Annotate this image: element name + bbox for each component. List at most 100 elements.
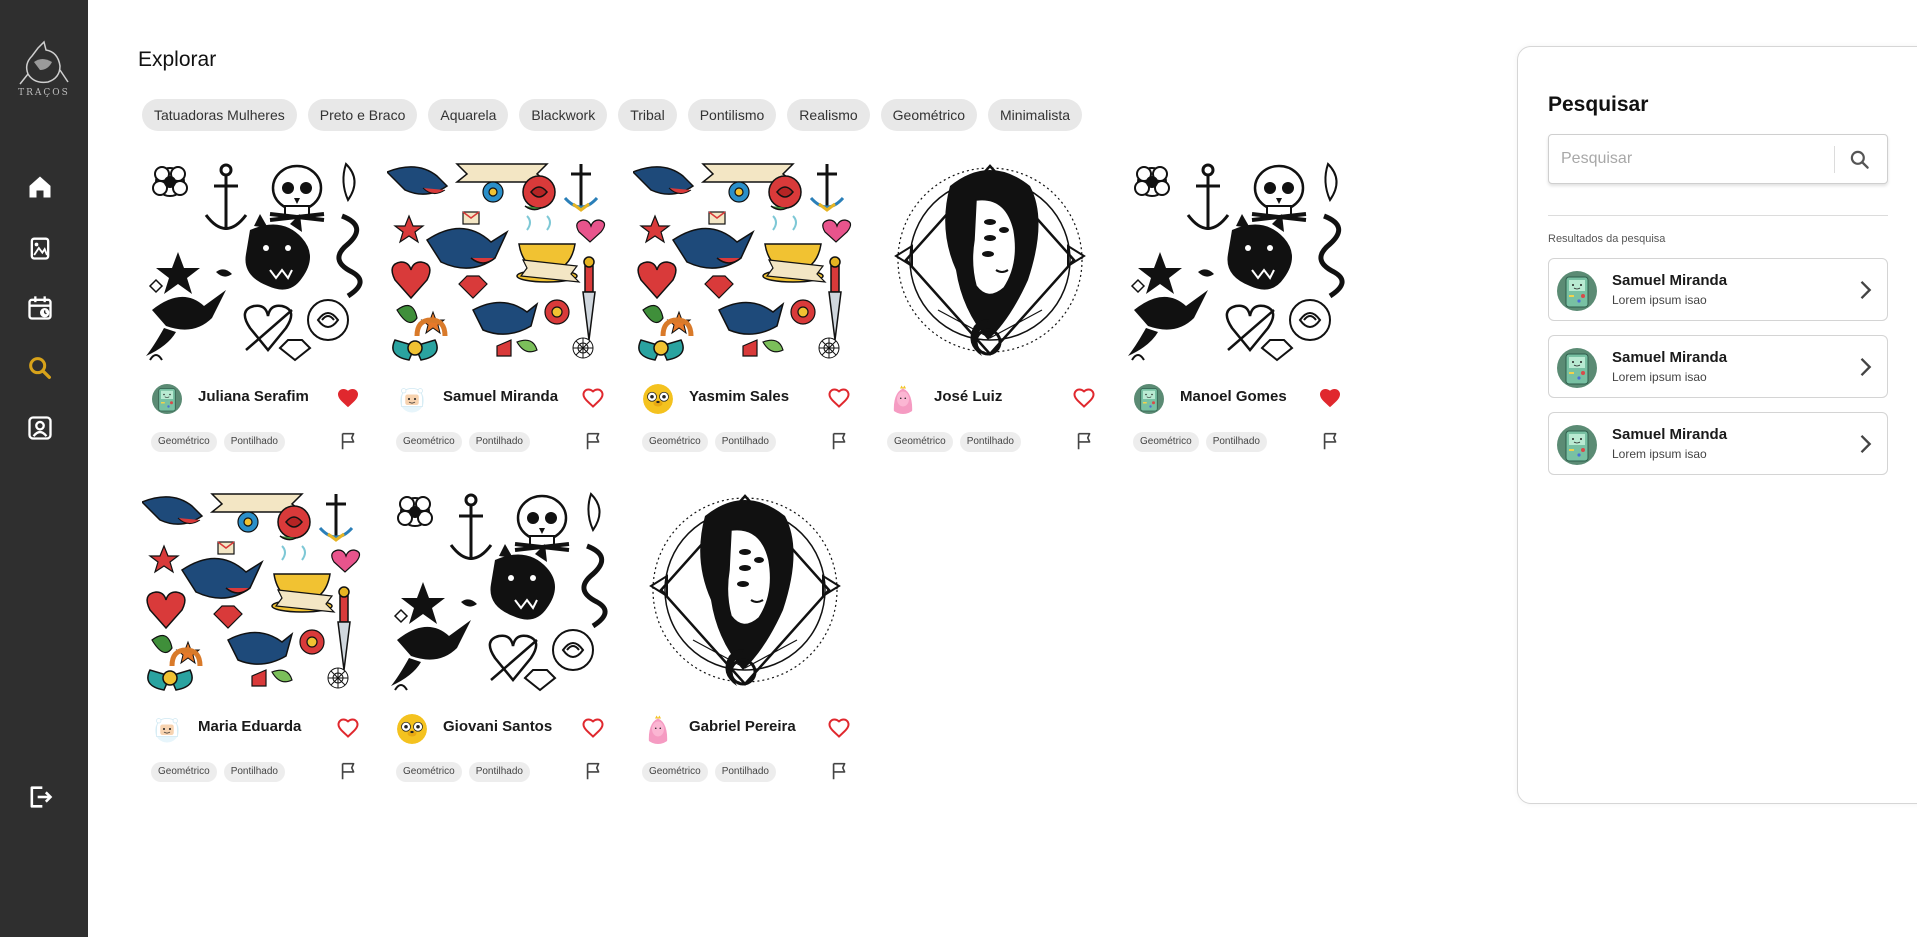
tag-chip[interactable]: Pontilhado xyxy=(468,432,530,452)
artist-avatar[interactable] xyxy=(152,384,182,414)
nav-gallery[interactable] xyxy=(24,232,56,264)
artist-avatar[interactable] xyxy=(397,384,427,414)
tattoo-card[interactable]: Maria Eduarda Geométrico Pontilhado xyxy=(142,490,367,800)
tattoo-image[interactable] xyxy=(142,160,367,362)
heart-filled-icon[interactable] xyxy=(1318,386,1342,410)
calendar-icon xyxy=(28,296,52,320)
heart-outline-icon[interactable] xyxy=(1072,386,1096,410)
tattoo-image[interactable] xyxy=(633,490,858,692)
artist-avatar[interactable] xyxy=(397,714,427,744)
search-divider xyxy=(1834,146,1835,173)
nav-profile[interactable] xyxy=(24,412,56,444)
tag-chip[interactable]: Pontilhado xyxy=(714,432,776,452)
artist-name[interactable]: Giovani Santos xyxy=(443,718,552,735)
tag-chip[interactable]: Geométrico xyxy=(151,432,217,452)
report-flag-icon[interactable] xyxy=(1320,430,1342,452)
result-name: Samuel Miranda xyxy=(1612,349,1728,366)
chip-filter[interactable]: Geométrico xyxy=(880,99,978,131)
report-flag-icon[interactable] xyxy=(829,760,851,782)
result-name: Samuel Miranda xyxy=(1612,272,1728,289)
tag-chip[interactable]: Geométrico xyxy=(887,432,953,452)
chip-filter[interactable]: Preto e Braco xyxy=(307,99,418,131)
tattoo-image[interactable] xyxy=(878,160,1103,362)
search-input[interactable] xyxy=(1549,135,1835,183)
tattoo-image[interactable] xyxy=(633,160,858,362)
chip-filter[interactable]: Realismo xyxy=(787,99,870,131)
search-submit-icon[interactable] xyxy=(1847,147,1873,173)
tag-chip[interactable]: Pontilhado xyxy=(959,432,1021,452)
tag-chip[interactable]: Geométrico xyxy=(396,762,462,782)
tattoo-tags: Geométrico Pontilhado xyxy=(642,762,776,782)
search-result-item[interactable]: Samuel Miranda Lorem ipsum isao xyxy=(1548,335,1888,398)
artist-avatar[interactable] xyxy=(888,384,918,414)
artist-name[interactable]: Juliana Serafim xyxy=(198,388,309,405)
chip-filter[interactable]: Blackwork xyxy=(519,99,608,131)
brand-logo[interactable]: TRAÇOS xyxy=(14,40,74,102)
chip-filter[interactable]: Tribal xyxy=(618,99,677,131)
heart-outline-icon[interactable] xyxy=(827,716,851,740)
nav-search[interactable] xyxy=(24,352,56,384)
artist-avatar[interactable] xyxy=(152,714,182,744)
report-flag-icon[interactable] xyxy=(583,760,605,782)
tattoo-card[interactable]: José Luiz Geométrico Pontilhado xyxy=(878,160,1103,470)
tattoo-image[interactable] xyxy=(387,490,612,692)
tattoo-card[interactable]: Giovani Santos Geométrico Pontilhado xyxy=(387,490,612,800)
logout-button[interactable] xyxy=(24,781,56,813)
report-flag-icon[interactable] xyxy=(338,430,360,452)
tag-chip[interactable]: Pontilhado xyxy=(223,762,285,782)
tattoo-image[interactable] xyxy=(1124,160,1349,362)
artist-name[interactable]: Samuel Miranda xyxy=(443,388,558,405)
search-result-item[interactable]: Samuel Miranda Lorem ipsum isao xyxy=(1548,412,1888,475)
page-title: Explorar xyxy=(138,48,217,71)
artist-avatar[interactable] xyxy=(643,384,673,414)
result-avatar xyxy=(1557,425,1597,465)
tattoo-card[interactable]: Samuel Miranda Geométrico Pontilhado xyxy=(387,160,612,470)
chip-filter[interactable]: Aquarela xyxy=(428,99,509,131)
tattoo-card[interactable]: Juliana Serafim Geométrico Pontilhado xyxy=(142,160,367,470)
heart-outline-icon[interactable] xyxy=(827,386,851,410)
tag-chip[interactable]: Pontilhado xyxy=(1205,432,1267,452)
artist-avatar[interactable] xyxy=(1134,384,1164,414)
tag-chip[interactable]: Pontilhado xyxy=(223,432,285,452)
tag-chip[interactable]: Pontilhado xyxy=(468,762,530,782)
report-flag-icon[interactable] xyxy=(338,760,360,782)
tag-chip[interactable]: Pontilhado xyxy=(714,762,776,782)
report-flag-icon[interactable] xyxy=(583,430,605,452)
tattoo-image[interactable] xyxy=(387,160,612,362)
tag-chip[interactable]: Geométrico xyxy=(642,762,708,782)
search-result-item[interactable]: Samuel Miranda Lorem ipsum isao xyxy=(1548,258,1888,321)
artist-name[interactable]: José Luiz xyxy=(934,388,1002,405)
artist-name[interactable]: Manoel Gomes xyxy=(1180,388,1287,405)
result-subtitle: Lorem ipsum isao xyxy=(1612,370,1707,384)
tattoo-card[interactable]: Yasmim Sales Geométrico Pontilhado xyxy=(633,160,858,470)
logo-creature-icon xyxy=(19,40,69,85)
nav-home[interactable] xyxy=(24,171,56,203)
heart-outline-icon[interactable] xyxy=(581,386,605,410)
artist-avatar[interactable] xyxy=(643,714,673,744)
tattoo-tags: Geométrico Pontilhado xyxy=(396,432,530,452)
profile-icon xyxy=(28,416,52,440)
tag-chip[interactable]: Geométrico xyxy=(151,762,217,782)
tattoo-image[interactable] xyxy=(142,490,367,692)
tag-chip[interactable]: Geométrico xyxy=(642,432,708,452)
tattoo-card[interactable]: Manoel Gomes Geométrico Pontilhado xyxy=(1124,160,1349,470)
report-flag-icon[interactable] xyxy=(829,430,851,452)
report-flag-icon[interactable] xyxy=(1074,430,1096,452)
search-icon xyxy=(29,357,51,379)
heart-outline-icon[interactable] xyxy=(336,716,360,740)
tattoo-card[interactable]: Gabriel Pereira Geométrico Pontilhado xyxy=(633,490,858,800)
artist-name[interactable]: Gabriel Pereira xyxy=(689,718,796,735)
nav-calendar[interactable] xyxy=(24,292,56,324)
chip-filter[interactable]: Tatuadoras Mulheres xyxy=(142,99,297,131)
artist-name[interactable]: Maria Eduarda xyxy=(198,718,301,735)
heart-filled-icon[interactable] xyxy=(336,386,360,410)
chevron-right-icon xyxy=(1860,281,1872,299)
result-avatar xyxy=(1557,348,1597,388)
chip-filter[interactable]: Pontilismo xyxy=(687,99,777,131)
sidebar: TRAÇOS xyxy=(0,0,88,937)
tag-chip[interactable]: Geométrico xyxy=(396,432,462,452)
tag-chip[interactable]: Geométrico xyxy=(1133,432,1199,452)
heart-outline-icon[interactable] xyxy=(581,716,605,740)
chip-filter[interactable]: Minimalista xyxy=(988,99,1083,131)
artist-name[interactable]: Yasmim Sales xyxy=(689,388,789,405)
